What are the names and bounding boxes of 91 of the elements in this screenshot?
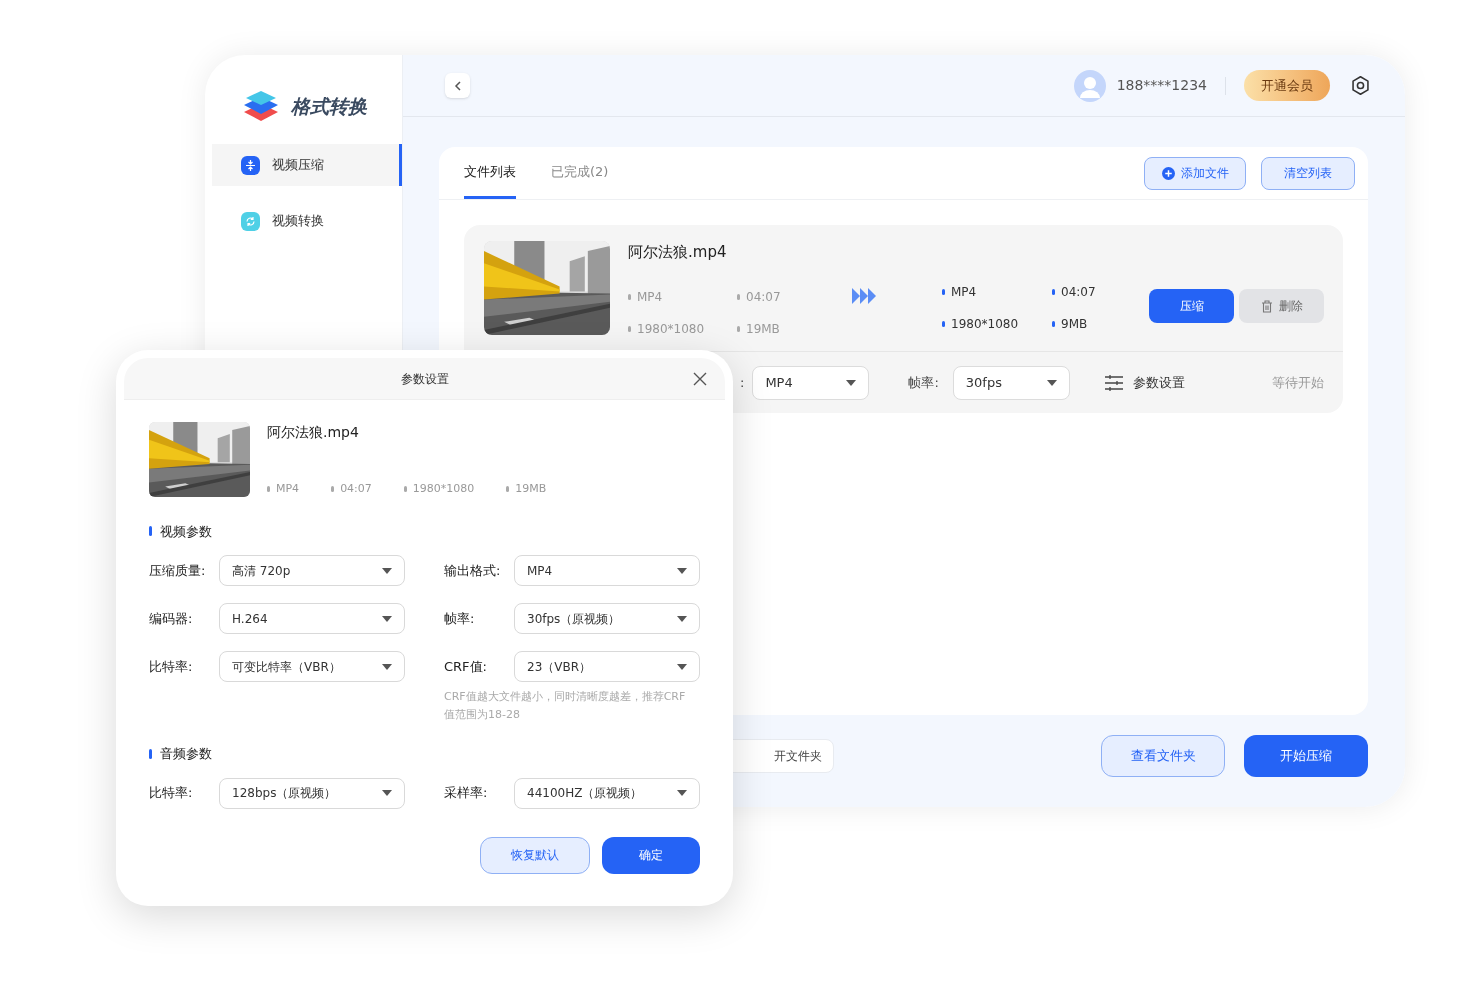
section-marker	[149, 526, 152, 537]
clear-list-button[interactable]: 清空列表	[1261, 156, 1355, 190]
dropdown[interactable]: 可变比特率（VBR）	[219, 651, 405, 682]
section-marker	[149, 748, 152, 759]
restore-default-button[interactable]: 恢复默认	[480, 836, 590, 874]
field-label: 压缩质量:	[149, 561, 206, 580]
dropdown[interactable]: MP4	[752, 365, 870, 400]
dropdown[interactable]: 128bps（原视频）	[219, 777, 405, 809]
arrow-right-icon	[852, 287, 876, 305]
settings-icon[interactable]	[1350, 75, 1371, 96]
file-meta: 04:07	[746, 288, 781, 306]
sidebar-item[interactable]: 视频压缩	[212, 144, 402, 186]
setting-label: 帧率:	[908, 373, 939, 392]
caret-icon	[382, 663, 392, 670]
file-meta: 19MB	[746, 320, 780, 338]
file-meta: MP4	[951, 284, 977, 301]
dropdown[interactable]: MP4	[514, 555, 700, 586]
dropdown[interactable]: 30fps（原视频）	[514, 603, 700, 634]
file-meta: 1980*1080	[951, 316, 1019, 333]
field-label: 输出格式:	[444, 561, 501, 580]
logo-icon	[243, 90, 279, 122]
app-logo-text: 格式转换	[291, 93, 367, 119]
delete-button[interactable]: 删除	[1239, 289, 1324, 323]
caret-icon	[382, 790, 392, 796]
file-meta: 9MB	[1061, 316, 1088, 333]
start-compress-button[interactable]: 开始压缩	[1244, 735, 1368, 777]
bullet-icon	[403, 486, 407, 493]
bullet-icon	[942, 289, 945, 295]
dropdown[interactable]: H.264	[219, 603, 405, 634]
chevron-left-icon	[453, 80, 462, 91]
field-label: 比特率:	[149, 657, 193, 676]
caret-icon	[677, 615, 687, 622]
file-meta: 04:07	[340, 481, 372, 497]
bullet-icon	[1052, 289, 1055, 295]
tab[interactable]: 文件列表	[464, 147, 516, 199]
tab[interactable]: 已完成(2)	[551, 147, 609, 199]
status-text: 等待开始	[1272, 373, 1324, 392]
field-label: 采样率:	[444, 784, 488, 803]
setting-label: :	[740, 373, 745, 392]
dialog-title: 参数设置	[400, 370, 449, 388]
dropdown[interactable]: 44100HZ（原视频）	[514, 777, 700, 809]
dropdown[interactable]: 高清 720p	[219, 555, 405, 586]
file-meta: 1980*1080	[412, 481, 475, 497]
bullet-icon	[1052, 321, 1055, 327]
compress-icon	[241, 155, 260, 175]
field-label: CRF值:	[444, 657, 487, 676]
trash-icon	[1260, 299, 1273, 313]
plus-icon	[1161, 166, 1175, 180]
dropdown[interactable]: 30fps	[952, 365, 1070, 400]
close-icon[interactable]	[693, 371, 707, 386]
field-label: 帧率:	[444, 609, 475, 628]
bullet-icon	[331, 486, 335, 493]
caret-icon	[1046, 379, 1057, 386]
caret-icon	[677, 790, 687, 796]
dropdown[interactable]: 23（VBR）	[514, 651, 700, 682]
view-folder-button[interactable]: 查看文件夹	[1101, 735, 1225, 777]
caret-icon	[677, 663, 687, 670]
file-name: 阿尔法狼.mp4	[628, 242, 728, 263]
user-phone: 188****1234	[1116, 76, 1207, 95]
confirm-button[interactable]: 确定	[602, 836, 700, 874]
bullet-icon	[506, 486, 510, 493]
sidebar-item[interactable]: 视频转换	[212, 200, 402, 242]
file-meta: 1980*1080	[637, 320, 705, 338]
bullet-icon	[942, 321, 945, 327]
section-title: 视频参数	[160, 522, 212, 541]
caret-icon	[846, 379, 857, 386]
file-meta: MP4	[276, 481, 300, 497]
caret-icon	[382, 567, 392, 574]
sliders-icon	[1104, 374, 1123, 391]
section-title: 音频参数	[160, 745, 212, 763]
file-meta: 19MB	[515, 481, 547, 497]
bullet-icon	[628, 325, 631, 332]
bullet-icon	[267, 486, 270, 493]
field-label: 编码器:	[149, 609, 193, 628]
caret-icon	[382, 615, 392, 622]
bullet-icon	[737, 293, 740, 300]
add-file-button[interactable]: 添加文件	[1144, 156, 1246, 190]
caret-icon	[677, 567, 687, 574]
vip-button[interactable]: 开通会员	[1244, 70, 1330, 101]
refresh-icon	[241, 211, 260, 231]
field-label: 比特率:	[149, 784, 193, 803]
file-meta: 04:07	[1061, 284, 1096, 301]
bullet-icon	[737, 325, 740, 332]
compress-button[interactable]: 压缩	[1149, 289, 1234, 323]
avatar-icon	[1073, 69, 1106, 102]
file-meta: MP4	[637, 288, 663, 306]
hint-text: CRF值越大文件越小，同时清晰度越差，推荐CRF值范围为18-28	[444, 689, 687, 723]
bullet-icon	[628, 293, 631, 300]
file-name: 阿尔法狼.mp4	[267, 423, 360, 442]
back-button[interactable]	[445, 73, 470, 98]
params-settings-link[interactable]: 参数设置	[1104, 372, 1185, 393]
